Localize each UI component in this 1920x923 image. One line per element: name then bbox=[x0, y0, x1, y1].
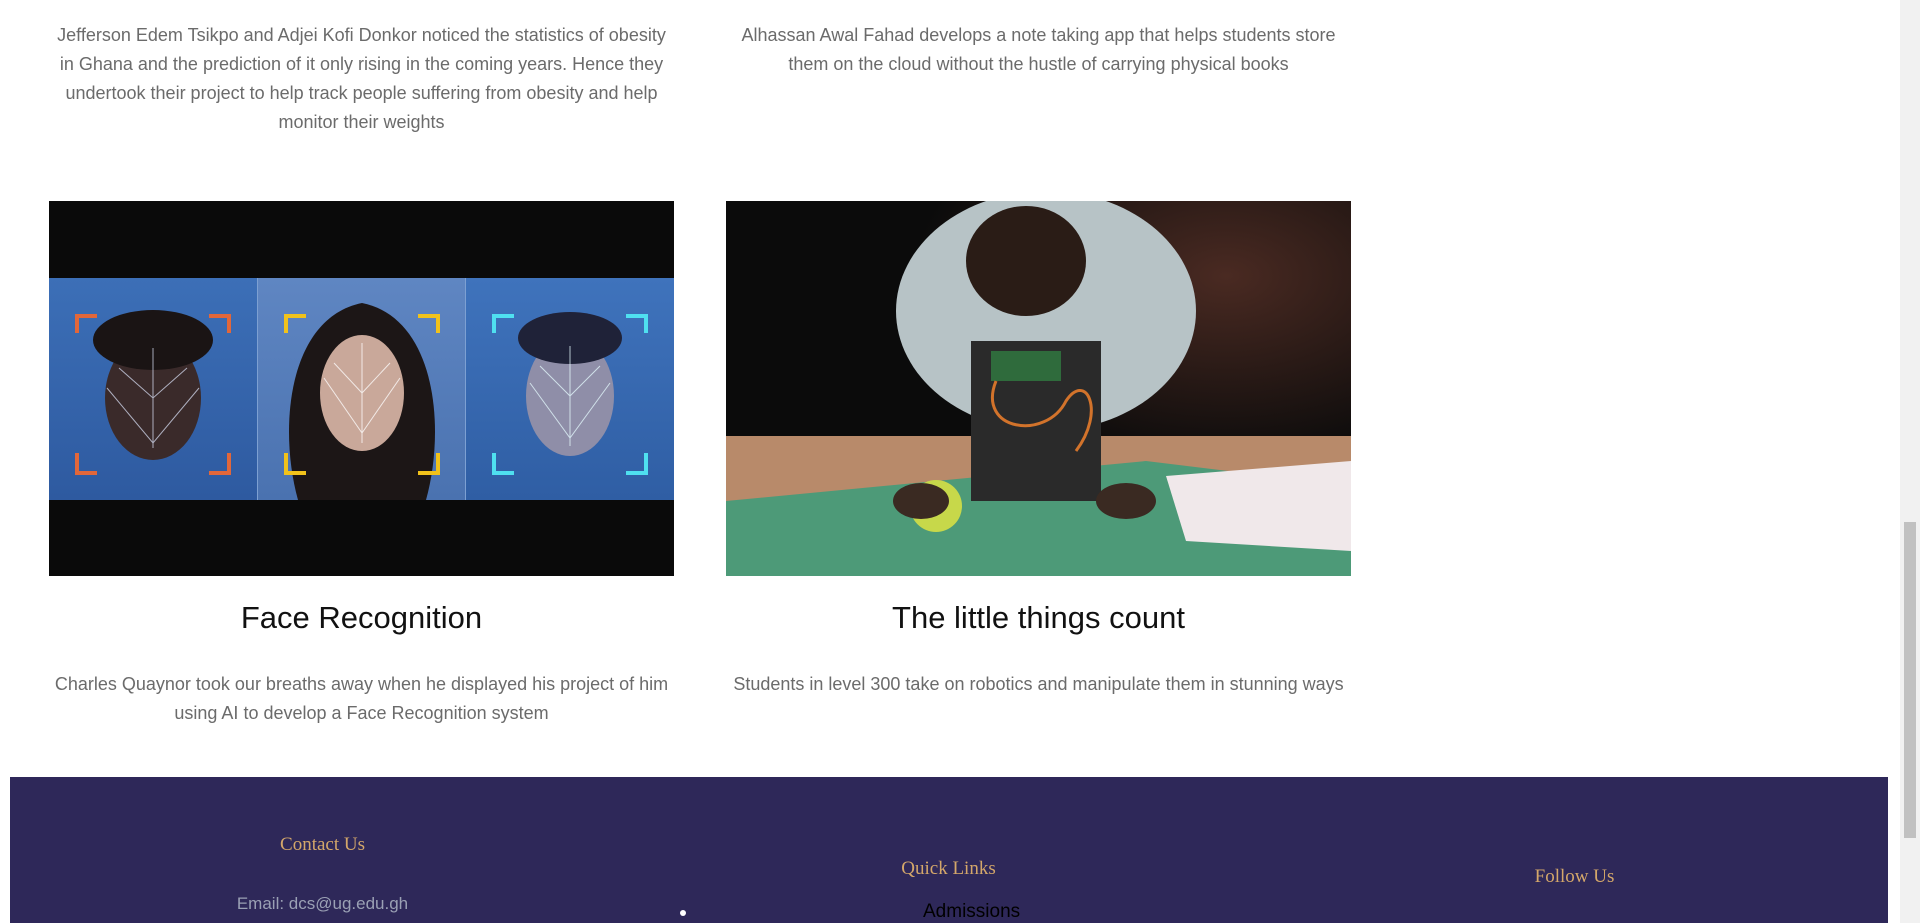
scrollbar-thumb[interactable] bbox=[1904, 522, 1916, 838]
site-footer: Contact Us Email: dcs@ug.edu.gh Quick Li… bbox=[10, 777, 1888, 923]
face-scan-graphic-3 bbox=[492, 312, 649, 475]
robotics-image[interactable] bbox=[726, 201, 1351, 576]
quick-links-heading: Quick Links bbox=[901, 858, 996, 879]
note-app-project-description: Alhassan Awal Fahad develops a note taki… bbox=[741, 25, 1336, 74]
face-scan-graphic-2 bbox=[283, 303, 440, 500]
quick-link-admissions[interactable]: Admissions bbox=[923, 901, 1020, 923]
contact-us-heading: Contact Us bbox=[280, 834, 365, 855]
list-bullet bbox=[680, 910, 686, 916]
robotics-title[interactable]: The little things count bbox=[726, 600, 1351, 636]
obesity-project-description: Jefferson Edem Tsikpo and Adjei Kofi Don… bbox=[57, 25, 666, 132]
face-scan-graphic-1 bbox=[75, 310, 231, 475]
page-scrollbar[interactable] bbox=[1900, 0, 1920, 923]
robotics-description: Students in level 300 take on robotics a… bbox=[733, 674, 1344, 694]
robotics-photo-graphic bbox=[726, 201, 1351, 576]
follow-us-heading: Follow Us bbox=[1534, 866, 1615, 887]
face-panel-3 bbox=[466, 278, 674, 500]
face-recognition-description: Charles Quaynor took our breaths away wh… bbox=[54, 674, 669, 723]
contact-email[interactable]: Email: dcs@ug.edu.gh bbox=[10, 894, 635, 914]
face-recognition-image[interactable] bbox=[49, 201, 674, 576]
face-panel-1 bbox=[49, 278, 257, 500]
face-panel-2 bbox=[256, 278, 467, 500]
face-recognition-title[interactable]: Face Recognition bbox=[49, 600, 674, 636]
page: Jefferson Edem Tsikpo and Adjei Kofi Don… bbox=[0, 0, 1900, 923]
